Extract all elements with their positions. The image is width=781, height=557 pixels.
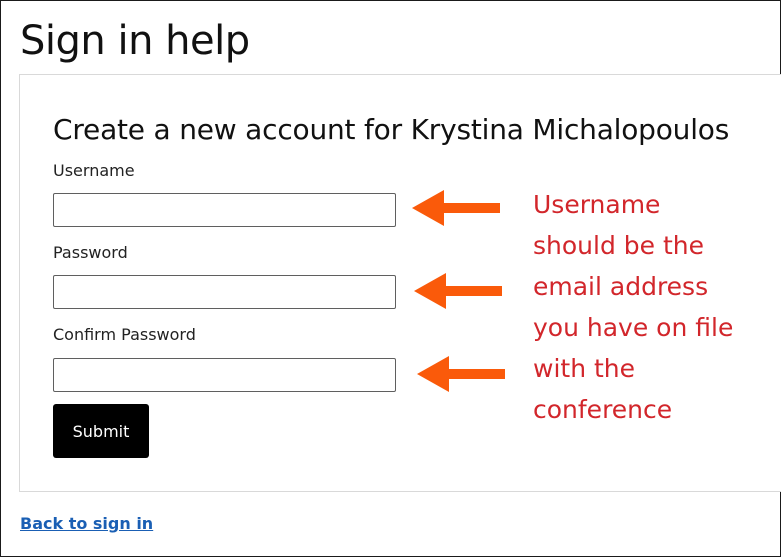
username-annotation: Username should be the email address you… <box>533 184 778 430</box>
username-label: Username <box>53 161 135 180</box>
arrow-left-icon <box>417 356 505 392</box>
arrow-left-icon <box>412 190 500 226</box>
password-label: Password <box>53 243 128 262</box>
annotation-line: you have on file <box>533 313 734 342</box>
password-input[interactable] <box>53 275 396 309</box>
annotation-line: should be the <box>533 231 704 260</box>
username-input[interactable] <box>53 193 396 227</box>
submit-button[interactable]: Submit <box>53 404 149 458</box>
confirm-password-input[interactable] <box>53 358 396 392</box>
annotation-line: email address <box>533 272 709 301</box>
annotation-line: with the <box>533 354 636 383</box>
arrow-left-icon <box>414 273 502 309</box>
annotation-line: Username <box>533 190 661 219</box>
form-title: Create a new account for Krystina Michal… <box>53 113 730 146</box>
back-to-sign-in-link[interactable]: Back to sign in <box>20 514 153 534</box>
page-title: Sign in help <box>20 18 250 64</box>
annotation-line: conference <box>533 395 673 424</box>
confirm-password-label: Confirm Password <box>53 325 196 344</box>
